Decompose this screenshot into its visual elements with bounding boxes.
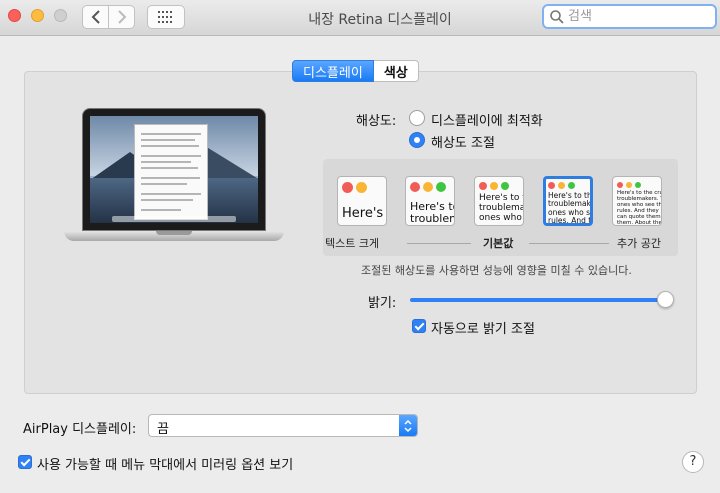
close-window-button[interactable]: [8, 9, 21, 22]
airplay-label: AirPlay 디스플레이:: [23, 422, 137, 437]
mirroring-checkbox[interactable]: [18, 455, 32, 469]
scaled-resolution-options: Here's Here's to troublem Here's to th t…: [323, 159, 678, 256]
zoom-window-button[interactable]: [54, 9, 67, 22]
document-window: [134, 124, 208, 220]
brightness-label: 밝기:: [368, 296, 397, 311]
show-all-button[interactable]: [147, 5, 185, 29]
forward-button[interactable]: [108, 5, 135, 29]
dock: [112, 216, 236, 222]
window-title: 내장 Retina 디스플레이: [308, 12, 452, 28]
minimize-window-button[interactable]: [31, 9, 44, 22]
radio-optimized-label: 디스플레이에 최적화: [431, 114, 543, 129]
scale-option-more-space[interactable]: Here's to the crazy one troublemakers. T…: [612, 176, 662, 226]
help-icon: ?: [689, 454, 697, 469]
auto-brightness-label: 자동으로 밝기 조절: [431, 322, 535, 337]
performance-note: 조절된 해상도를 사용하면 성능에 영향을 미칠 수 있습니다.: [361, 264, 632, 277]
radio-scaled[interactable]: [409, 132, 425, 148]
laptop-screen: [90, 116, 258, 223]
radio-optimized[interactable]: [409, 110, 425, 126]
tab-display[interactable]: 디스플레이: [292, 60, 374, 82]
chevron-left-icon: [91, 10, 100, 24]
tab-bar: 디스플레이 색상: [292, 60, 419, 82]
chevron-right-icon: [117, 10, 126, 24]
search-input[interactable]: [568, 9, 708, 24]
resolution-label: 해상도:: [356, 114, 397, 129]
radio-scaled-label: 해상도 조절: [431, 136, 495, 151]
mirroring-label: 사용 가능할 때 메뉴 막대에서 미러링 옵션 보기: [37, 458, 294, 473]
grid-icon: [158, 11, 172, 23]
brightness-slider-knob[interactable]: [657, 291, 674, 308]
back-button[interactable]: [82, 5, 109, 29]
title-bar: 내장 Retina 디스플레이: [0, 0, 720, 36]
scale-option-default[interactable]: Here's to the cr troublemakers. ones who…: [543, 176, 593, 226]
scale-label-default: 기본값: [483, 237, 514, 250]
scale-label-larger-text: 텍스트 크게: [325, 237, 380, 250]
scale-label-more-space: 추가 공간: [617, 237, 661, 250]
scale-option-3[interactable]: Here's to th troublemak ones who se: [474, 176, 524, 226]
laptop-lid: [82, 108, 266, 231]
search-icon: [550, 9, 564, 24]
auto-brightness-checkbox[interactable]: [412, 319, 426, 333]
scale-option-2[interactable]: Here's to troublem: [405, 176, 455, 226]
help-button[interactable]: ?: [682, 451, 704, 473]
search-field[interactable]: [542, 4, 717, 29]
brightness-slider[interactable]: [410, 298, 668, 302]
select-arrows-icon: [399, 415, 417, 436]
scale-option-larger-text[interactable]: Here's: [337, 176, 387, 226]
tab-color[interactable]: 색상: [373, 60, 419, 82]
laptop-image: [64, 108, 284, 245]
airplay-select[interactable]: 끔: [148, 414, 418, 437]
airplay-select-value: 끔: [157, 422, 169, 437]
